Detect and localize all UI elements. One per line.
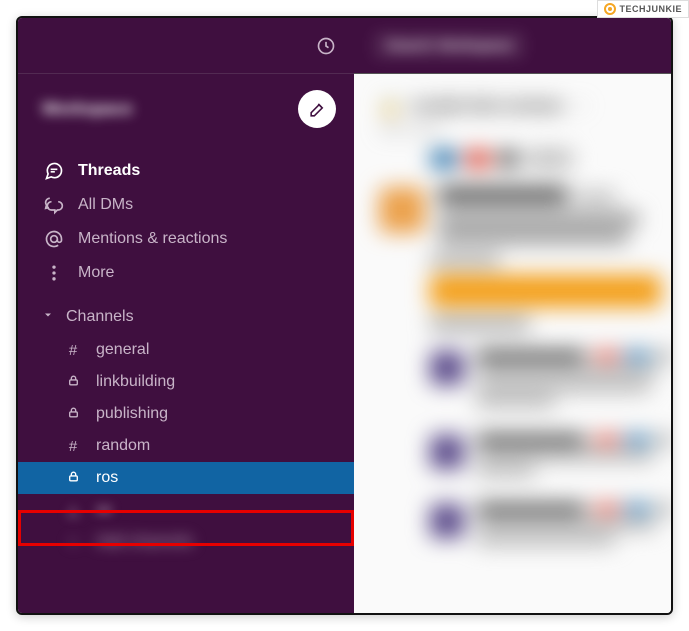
channel-linkbuilding[interactable]: linkbuilding xyxy=(18,366,354,398)
hash-icon: # xyxy=(64,438,82,455)
channel-label: publishing xyxy=(96,405,168,423)
channels-section-header[interactable]: Channels xyxy=(18,290,354,334)
channel-blurred-1[interactable]: △ xx xyxy=(18,494,354,526)
nav-mentions[interactable]: Mentions & reactions xyxy=(18,222,354,256)
channel-blurred-2[interactable]: + Add channels xyxy=(18,526,354,558)
workspace-name: Workspace xyxy=(42,99,132,119)
avatar xyxy=(380,188,424,232)
slack-app-window: Workspace Threads xyxy=(16,16,673,615)
compose-icon xyxy=(308,100,327,119)
nav-all-dms-label: All DMs xyxy=(78,196,133,214)
channel-ros[interactable]: ros xyxy=(18,462,354,494)
nav-more-label: More xyxy=(78,264,114,282)
thread-reply xyxy=(430,435,671,476)
avatar xyxy=(430,504,464,538)
search-input[interactable]: Search Workspace xyxy=(372,31,526,60)
lock-icon: △ xyxy=(64,501,82,519)
dms-icon xyxy=(44,195,64,215)
reaction-row xyxy=(370,150,671,182)
main-pane: Search Workspace 🔒 rosalie-feb-reviews ☆… xyxy=(354,18,671,613)
caret-down-icon xyxy=(42,308,54,326)
lock-icon xyxy=(64,406,82,423)
workspace-header[interactable]: Workspace xyxy=(18,74,354,146)
banner xyxy=(430,275,661,307)
nav-threads-label: Threads xyxy=(78,162,140,180)
thread-reply xyxy=(430,351,671,407)
avatar xyxy=(430,351,464,385)
more-icon xyxy=(44,263,64,283)
message-row xyxy=(370,182,671,249)
main-topbar: Search Workspace xyxy=(354,18,671,74)
techjunkie-logo-icon xyxy=(604,3,616,15)
nav-threads[interactable]: Threads xyxy=(18,154,354,188)
nav-list: Threads All DMs Mentions & reactions xyxy=(18,146,354,290)
watermark-badge: TECHJUNKIE xyxy=(597,0,689,18)
history-icon[interactable] xyxy=(316,36,336,56)
screenshot-frame: TECHJUNKIE Workspace xyxy=(0,0,689,631)
threads-icon xyxy=(44,161,64,181)
mentions-icon xyxy=(44,229,64,249)
channel-label: linkbuilding xyxy=(96,373,175,391)
channel-header-title: rosalie-feb-reviews xyxy=(410,96,564,116)
plus-icon: + xyxy=(64,534,82,551)
channel-general[interactable]: # general xyxy=(18,334,354,366)
channel-label: xx xyxy=(96,501,112,519)
thread-reply xyxy=(430,504,671,545)
channel-label: ros xyxy=(96,469,118,487)
sidebar-topbar xyxy=(18,18,354,74)
nav-mentions-label: Mentions & reactions xyxy=(78,230,227,248)
sidebar: Workspace Threads xyxy=(18,18,354,613)
avatar xyxy=(430,435,464,469)
channel-publishing[interactable]: publishing xyxy=(18,398,354,430)
main-content-blurred: 🔒 rosalie-feb-reviews ☆ Add a topic xyxy=(354,74,671,613)
nav-more[interactable]: More xyxy=(18,256,354,290)
channel-random[interactable]: # random xyxy=(18,430,354,462)
channel-label: Add channels xyxy=(96,533,193,551)
channel-label: random xyxy=(96,437,150,455)
watermark-text: TECHJUNKIE xyxy=(619,4,682,14)
channel-list: # general linkbuilding publishing # xyxy=(18,334,354,558)
hash-icon: # xyxy=(64,342,82,359)
nav-all-dms[interactable]: All DMs xyxy=(18,188,354,222)
channels-section-label: Channels xyxy=(66,308,134,326)
compose-button[interactable] xyxy=(298,90,336,128)
channel-header-subtitle: Add a topic xyxy=(370,122,671,150)
lock-icon xyxy=(64,374,82,391)
lock-icon xyxy=(64,470,82,487)
channel-label: general xyxy=(96,341,149,359)
